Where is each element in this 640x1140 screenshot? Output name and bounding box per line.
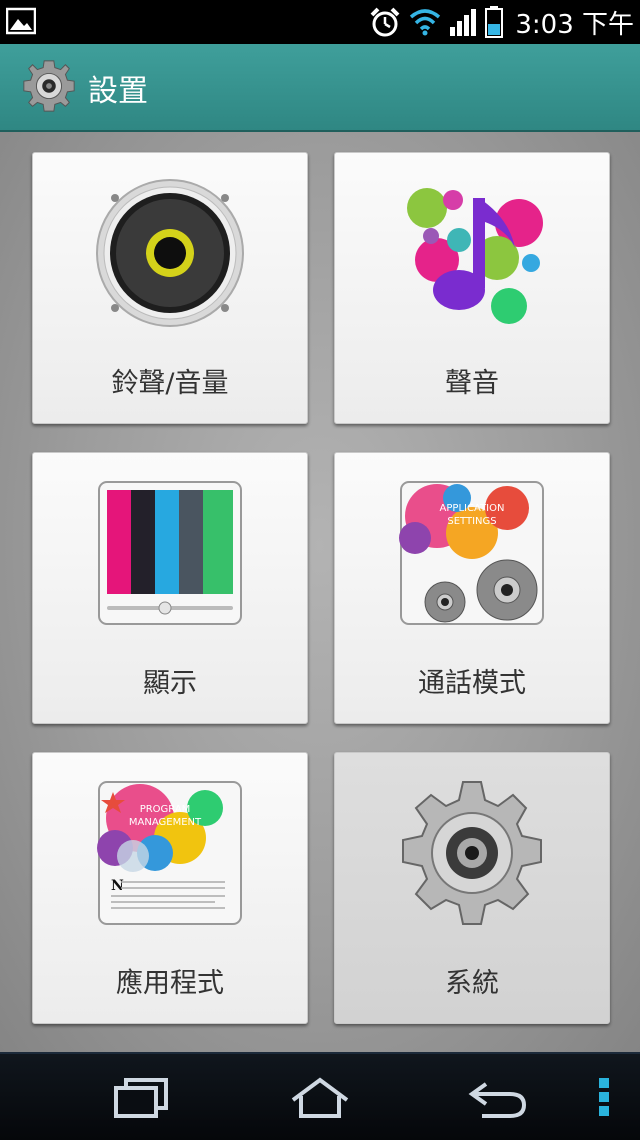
- icon-text-line1: PROGRAM: [140, 804, 191, 815]
- tile-label: 通話模式: [418, 668, 526, 699]
- signal-icon: [450, 9, 477, 36]
- status-bar: 3:03 下午: [0, 0, 640, 44]
- icon-text-line2: MANAGEMENT: [129, 817, 202, 828]
- application-settings-icon: APPLICATION SETTINGS: [399, 481, 544, 625]
- settings-grid: 鈴聲/音量 聲音 顯示 APPLICATION SETTINGS 通話模式 PR…: [0, 132, 640, 1052]
- program-management-icon: PROGRAM MANAGEMENT N: [97, 781, 242, 925]
- tile-system[interactable]: 系統: [334, 752, 610, 1024]
- tile-sound[interactable]: 聲音: [334, 152, 610, 424]
- svg-text:N: N: [111, 878, 124, 894]
- navigation-bar: [0, 1052, 640, 1140]
- recent-apps-icon[interactable]: [106, 1072, 176, 1122]
- gallery-icon: [6, 7, 36, 35]
- tile-applications[interactable]: PROGRAM MANAGEMENT N 應用程式: [32, 752, 308, 1024]
- tile-display[interactable]: 顯示: [32, 452, 308, 724]
- clock-time: 3:03 下午: [515, 9, 634, 40]
- tile-label: 鈴聲/音量: [111, 368, 229, 399]
- alarm-icon: [370, 7, 400, 37]
- tile-label: 顯示: [143, 668, 197, 699]
- music-note-icon: [407, 188, 543, 324]
- speaker-icon: [96, 179, 244, 327]
- tile-label: 應用程式: [116, 968, 224, 999]
- page-title: 設置: [88, 74, 148, 109]
- menu-icon[interactable]: [584, 1072, 624, 1122]
- system-gear-icon: [402, 781, 542, 925]
- action-bar: 設置: [0, 44, 640, 132]
- icon-text-line2: SETTINGS: [447, 516, 496, 527]
- gear-icon[interactable]: [20, 57, 78, 115]
- back-icon[interactable]: [462, 1072, 532, 1122]
- tile-ringtone-volume[interactable]: 鈴聲/音量: [32, 152, 308, 424]
- display-bars-icon: [98, 481, 242, 625]
- home-icon[interactable]: [285, 1072, 355, 1122]
- tile-call-mode[interactable]: APPLICATION SETTINGS 通話模式: [334, 452, 610, 724]
- tile-label: 系統: [445, 968, 499, 999]
- icon-text-line1: APPLICATION: [440, 503, 505, 514]
- wifi-icon: [410, 9, 441, 36]
- tile-label: 聲音: [445, 368, 499, 399]
- battery-icon: [485, 6, 504, 38]
